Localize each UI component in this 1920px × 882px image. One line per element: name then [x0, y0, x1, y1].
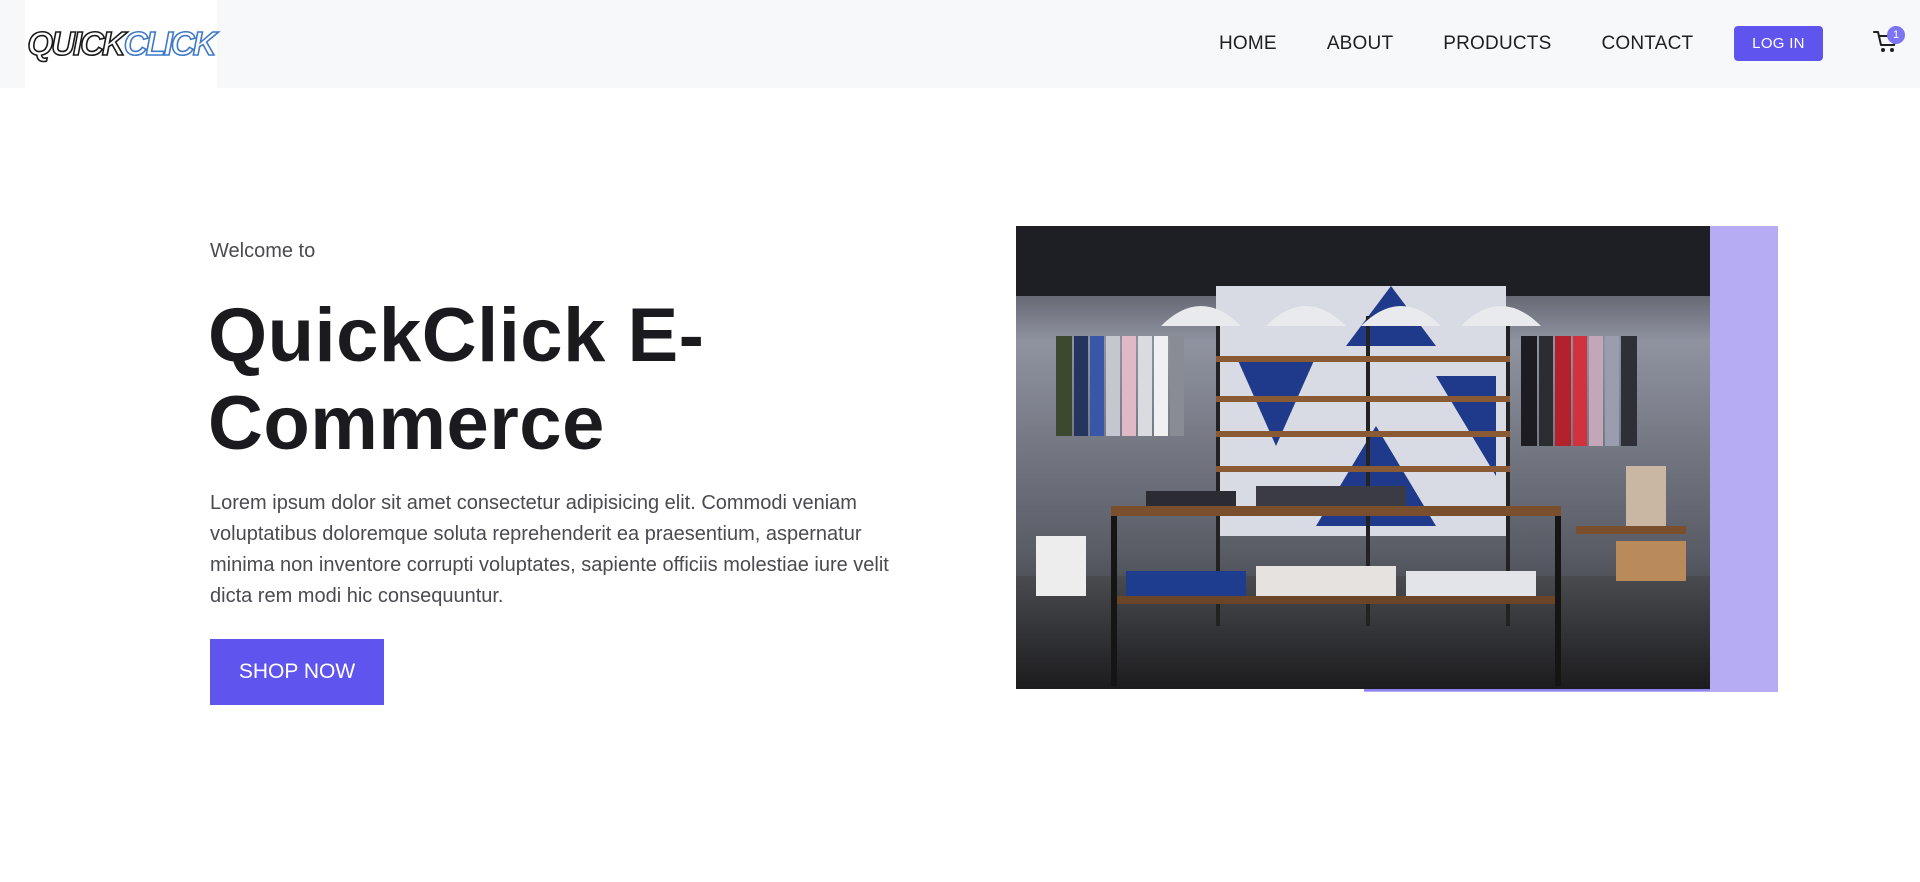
hero-eyebrow: Welcome to	[210, 240, 316, 262]
cart-count-badge: 1	[1887, 26, 1905, 44]
main-nav: HOME ABOUT PRODUCTS CONTACT	[1200, 0, 1743, 88]
nav-link-products[interactable]: PRODUCTS	[1443, 33, 1551, 55]
hero-description: Lorem ipsum dolor sit amet consectetur a…	[210, 492, 889, 607]
logo-text: QUICKCLICK	[27, 24, 218, 63]
hero-title: QuickClick E-Commerce	[208, 293, 705, 466]
nav-link-contact[interactable]: CONTACT	[1601, 33, 1693, 55]
nav-link-home[interactable]: HOME	[1219, 33, 1277, 55]
login-button[interactable]: LOG IN	[1734, 26, 1823, 61]
navbar: QUICKCLICK HOME ABOUT PRODUCTS CONTACT L…	[0, 0, 1920, 88]
nav-link-about[interactable]: ABOUT	[1327, 33, 1393, 55]
logo[interactable]: QUICKCLICK	[25, 0, 217, 88]
shop-now-button[interactable]: SHOP NOW	[210, 639, 384, 705]
store-interior-image	[1016, 226, 1710, 689]
